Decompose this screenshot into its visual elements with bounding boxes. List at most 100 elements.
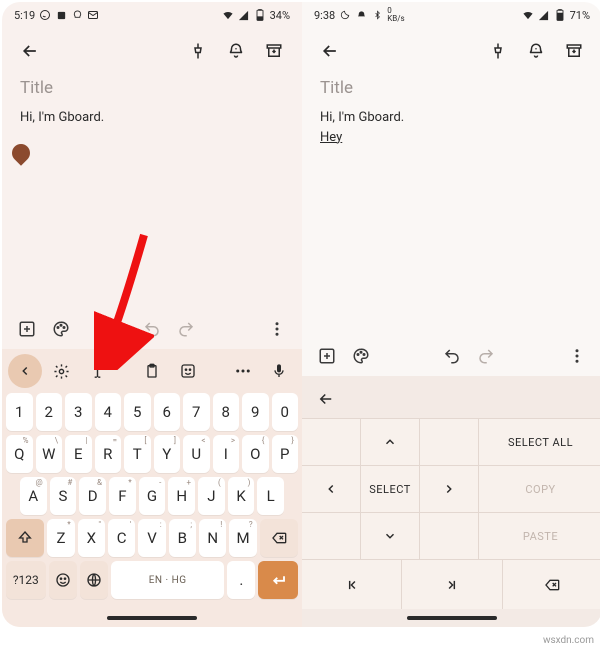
battery-icon [554, 9, 566, 21]
key-a[interactable]: @A [20, 477, 47, 515]
key-w[interactable]: \W [36, 435, 63, 473]
add-box-button[interactable] [12, 314, 42, 344]
key-9[interactable]: 9 [242, 393, 269, 431]
key-7[interactable]: 7 [183, 393, 210, 431]
note-content[interactable]: Title Hi, I'm Gboard. Hey [302, 74, 600, 336]
redo-button[interactable] [171, 314, 201, 344]
key-f[interactable]: *F [109, 477, 136, 515]
kb-settings-button[interactable] [44, 354, 78, 388]
reminder-button[interactable] [520, 35, 552, 67]
key-m[interactable]: ?M [229, 519, 256, 557]
kb-cursor-control-button[interactable] [80, 354, 114, 388]
nav-pill-icon[interactable] [407, 616, 497, 620]
copy-button[interactable]: COPY [479, 466, 600, 512]
key-q[interactable]: %Q [6, 435, 33, 473]
note-content[interactable]: Title Hi, I'm Gboard. [2, 74, 302, 309]
key-4[interactable]: 4 [95, 393, 122, 431]
paste-button[interactable]: PASTE [479, 513, 600, 559]
pin-button[interactable] [182, 35, 214, 67]
key-3[interactable]: 3 [65, 393, 92, 431]
key-space[interactable]: EN · HG [111, 561, 224, 599]
kb-mic-button[interactable] [262, 354, 296, 388]
key-d[interactable]: &D [79, 477, 106, 515]
cursor-right-button[interactable] [420, 466, 478, 512]
nav-bar[interactable] [302, 609, 600, 627]
pin-button[interactable] [482, 35, 514, 67]
key-c[interactable]: 'C [108, 519, 135, 557]
key-8[interactable]: 8 [213, 393, 240, 431]
key-t[interactable]: [T [124, 435, 151, 473]
select-all-button[interactable]: SELECT ALL [479, 419, 600, 465]
key-0[interactable]: 0 [272, 393, 299, 431]
kb-sticker-button[interactable] [171, 354, 205, 388]
select-button[interactable]: SELECT [361, 466, 419, 512]
key-v[interactable]: :V [138, 519, 165, 557]
key-y[interactable]: ]Y [154, 435, 181, 473]
note-body[interactable]: Hi, I'm Gboard. Hey [320, 108, 584, 147]
redo-button[interactable] [471, 341, 501, 371]
overflow-button[interactable] [262, 314, 292, 344]
status-data-rate: 0KB/s [387, 7, 404, 23]
key-6[interactable]: 6 [154, 393, 181, 431]
cursor-home-button[interactable] [302, 560, 401, 609]
back-button[interactable] [14, 35, 46, 67]
key-p[interactable]: }P [272, 435, 299, 473]
palette-button[interactable] [346, 341, 376, 371]
cursor-up-button[interactable] [361, 419, 419, 465]
key-symbols[interactable]: ?123 [6, 561, 46, 599]
key-language[interactable] [80, 561, 108, 599]
palette-button[interactable] [46, 314, 76, 344]
key-backspace[interactable] [260, 519, 298, 557]
reminder-button[interactable] [220, 35, 252, 67]
cursor-left-button[interactable] [302, 466, 360, 512]
app-bar [302, 28, 600, 74]
key-z[interactable]: *Z [47, 519, 74, 557]
key-enter[interactable] [258, 561, 298, 599]
key-i[interactable]: >I [213, 435, 240, 473]
title-placeholder[interactable]: Title [20, 78, 284, 98]
key-5[interactable]: 5 [124, 393, 151, 431]
undo-button[interactable] [437, 341, 467, 371]
nav-pill-icon[interactable] [107, 616, 197, 620]
key-shift[interactable] [6, 519, 44, 557]
note-body[interactable]: Hi, I'm Gboard. [20, 108, 284, 128]
key-r[interactable]: =R [95, 435, 122, 473]
archive-button[interactable] [558, 35, 590, 67]
key-e[interactable]: |E [65, 435, 92, 473]
title-placeholder[interactable]: Title [320, 78, 584, 98]
key-2[interactable]: 2 [36, 393, 63, 431]
cursor-end-button[interactable] [402, 560, 501, 609]
cursor-down-button[interactable] [361, 513, 419, 559]
key-x[interactable]: "X [78, 519, 105, 557]
key-k[interactable]: )K [228, 477, 255, 515]
key-n[interactable]: !N [199, 519, 226, 557]
bluetooth-icon [371, 9, 383, 21]
status-bar: 9:38 0KB/s [302, 2, 600, 28]
dnd-icon [339, 9, 351, 21]
key-emoji[interactable] [49, 561, 77, 599]
ccp-back-button[interactable] [312, 385, 340, 413]
key-u[interactable]: <U [183, 435, 210, 473]
key-b[interactable]: ;B [169, 519, 196, 557]
key-period[interactable]: . [227, 561, 255, 599]
key-h[interactable]: +H [168, 477, 195, 515]
ccp-backspace-button[interactable] [503, 560, 600, 609]
key-1[interactable]: 1 [6, 393, 33, 431]
kb-collapse-button[interactable] [8, 354, 42, 388]
key-j[interactable]: (J [198, 477, 225, 515]
undo-button[interactable] [137, 314, 167, 344]
kb-more-button[interactable] [226, 354, 260, 388]
kb-clipboard-button[interactable] [135, 354, 169, 388]
text-cursor-handle[interactable] [8, 140, 33, 165]
add-box-button[interactable] [312, 341, 342, 371]
key-g[interactable]: -G [139, 477, 166, 515]
key-o[interactable]: {O [242, 435, 269, 473]
ccp-blank [302, 513, 360, 559]
overflow-button[interactable] [562, 341, 592, 371]
archive-button[interactable] [258, 35, 290, 67]
key-s[interactable]: #S [50, 477, 77, 515]
whatsapp-icon [39, 9, 51, 21]
nav-bar[interactable] [2, 609, 302, 627]
key-l[interactable]: L [257, 477, 284, 515]
back-button[interactable] [314, 35, 346, 67]
